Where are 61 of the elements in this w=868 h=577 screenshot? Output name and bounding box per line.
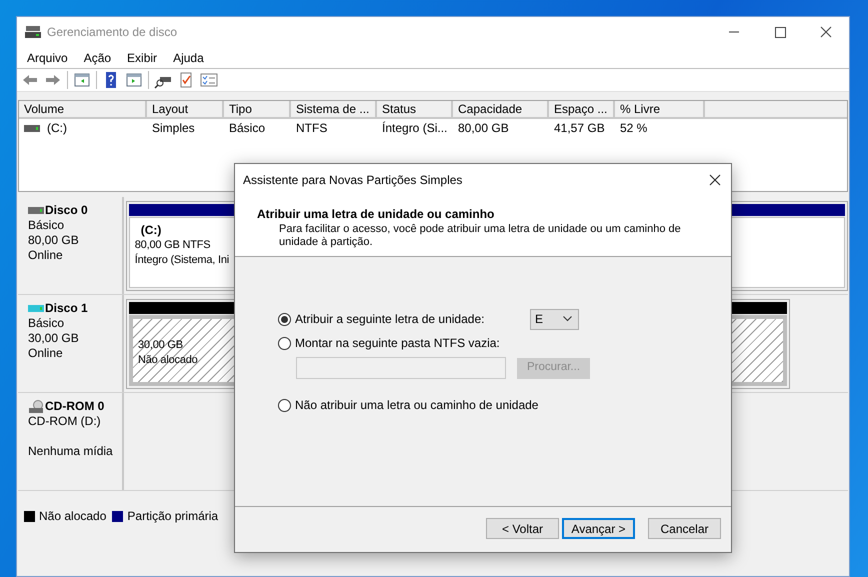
table-cell-text: 80,00 GB — [458, 120, 509, 137]
table-cell-text: NTFS — [296, 120, 328, 137]
column-header[interactable]: Status — [377, 101, 453, 119]
table-cell-text: Simples — [152, 120, 195, 137]
table-cell-text: (C:) — [47, 120, 67, 137]
menu-item[interactable]: Ação — [76, 48, 120, 66]
disk-info: 30,00 GB — [28, 331, 79, 346]
close-icon[interactable] — [709, 174, 721, 186]
drive-letter-dropdown[interactable]: E — [530, 308, 579, 330]
menu-item[interactable]: Ajuda — [165, 48, 212, 66]
column-header[interactable]: Capacidade — [453, 101, 549, 119]
column-header[interactable]: Sistema de ... — [291, 101, 377, 119]
column-header[interactable]: Layout — [147, 101, 224, 119]
menu-item[interactable]: Arquivo — [19, 48, 76, 66]
radio-button[interactable] — [278, 312, 291, 326]
radio-button[interactable] — [278, 336, 291, 350]
column-header[interactable]: % Livre — [615, 101, 705, 119]
radio-label[interactable]: Montar na seguinte pasta NTFS vazia: — [295, 334, 530, 352]
table-cell-text: Básico — [229, 120, 266, 137]
partition-title: (C:) — [140, 223, 162, 238]
disk-name: CD-ROM 0 — [45, 399, 104, 414]
disk-label-panel[interactable]: Disco 1 Básico 30,00 GB Online — [21, 295, 124, 392]
radio-button[interactable] — [278, 398, 291, 412]
wizard-heading: Atribuir uma letra de unidade ou caminho — [257, 206, 494, 223]
disk-label-panel[interactable]: Disco 0 Básico 80,00 GB Online — [21, 197, 124, 294]
table-cell-text: Íntegro (Si... — [382, 120, 448, 137]
disk-info: 80,00 GB — [28, 233, 79, 248]
disk-info: Online — [28, 248, 63, 263]
radio-label[interactable]: Não atribuir uma letra ou caminho de unidade — [295, 396, 538, 414]
partition-info: 80,00 GB NTFS — [134, 238, 210, 253]
window-title: Gerenciamento de disco — [47, 24, 178, 41]
disk-info: Nenhuma mídia — [28, 444, 113, 459]
disk-info: Online — [28, 346, 63, 361]
disk-info: Básico — [28, 218, 64, 233]
legend-label: Não alocado — [39, 508, 106, 525]
checklist-icon[interactable] — [200, 71, 218, 89]
dialog-title: Assistente para Novas Partições Simples — [243, 172, 462, 188]
radio-label[interactable]: Atribuir a seguinte letra de unidade: — [295, 310, 530, 328]
disk-info: CD-ROM (D:) — [28, 414, 101, 429]
column-header[interactable]: Espaço ... — [549, 101, 615, 119]
wizard-button[interactable]: Avançar > — [562, 518, 635, 539]
wizard-button[interactable]: Cancelar — [648, 518, 721, 539]
disk-management-icon — [25, 25, 41, 39]
disk-name: Disco 1 — [45, 301, 88, 316]
menu-item[interactable]: Exibir — [119, 48, 166, 66]
legend-label: Partição primária — [127, 508, 218, 525]
chevron-down-icon — [563, 316, 572, 322]
table-cell-text: 41,57 GB — [554, 120, 605, 137]
wizard-button[interactable]: < Voltar — [486, 518, 559, 539]
partition-info: Íntegro (Sistema, Ini — [134, 253, 229, 268]
disk-info: Básico — [28, 316, 64, 331]
partition-info: Não alocado — [138, 353, 198, 368]
disk-label-panel[interactable]: CD-ROM 0 CD-ROM (D:) Nenhuma mídia — [21, 393, 124, 490]
wizard-description: Para facilitar o acesso, você pode atribuir uma letra de unidade ou um caminho de unidade à partição. — [279, 223, 682, 249]
column-header[interactable]: Volume — [19, 101, 147, 119]
partition-info: 30,00 GB — [138, 338, 183, 353]
panel-icon[interactable] — [73, 71, 91, 89]
table-cell-text: 52 % — [620, 120, 648, 137]
column-header[interactable]: Tipo — [224, 101, 291, 119]
disk-name: Disco 0 — [45, 203, 88, 218]
panel-icon[interactable] — [125, 71, 143, 89]
